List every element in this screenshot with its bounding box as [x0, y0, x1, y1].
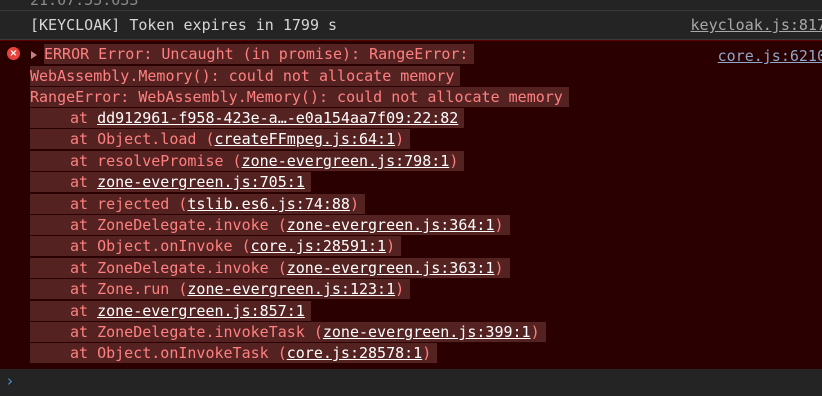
stack-frame-prefix: at ZoneDelegate.invokeTask (	[70, 323, 323, 341]
stack-frame-suffix: )	[395, 280, 405, 298]
stack-frame-suffix: )	[449, 152, 459, 170]
error-log-entry: × core.js:6210 ERROR Error: Uncaught (in…	[0, 40, 822, 370]
info-log-row: [KEYCLOAK] Token expires in 1799 s keycl…	[0, 11, 822, 40]
error-icon: ×	[7, 47, 20, 60]
stack-frame-prefix: at	[70, 109, 98, 127]
stack-frame-source-link[interactable]: zone-evergreen.js:399:1	[323, 323, 531, 341]
stack-frame-prefix: at ZoneDelegate.invoke (	[70, 216, 287, 234]
error-header-line: WebAssembly.Memory(): could not allocate…	[30, 66, 461, 86]
previous-log-row: 21:07:55.033	[0, 0, 822, 11]
stack-frame-suffix: )	[386, 237, 396, 255]
stack-frame-line: at zone-evergreen.js:705:1	[30, 172, 311, 192]
stack-frame-line: at ZoneDelegate.invoke (zone-evergreen.j…	[30, 258, 510, 278]
stack-frame-prefix: at Zone.run (	[70, 280, 188, 298]
expand-triangle-icon[interactable]	[31, 51, 37, 59]
stack-frame-source-link[interactable]: zone-evergreen.js:798:1	[242, 152, 450, 170]
error-source-link[interactable]: core.js:6210	[718, 47, 822, 65]
console-prompt[interactable]: ›	[0, 369, 822, 396]
stack-frame-source-link[interactable]: core.js:28591:1	[251, 237, 386, 255]
previous-log-text: 21:07:55.033	[30, 0, 139, 9]
stack-frame-line: at ZoneDelegate.invoke (zone-evergreen.j…	[30, 215, 510, 235]
stack-frame-prefix: at	[70, 302, 98, 320]
stack-frame-source-link[interactable]: zone-evergreen.js:123:1	[187, 280, 395, 298]
stack-frame-source-link[interactable]: core.js:28578:1	[287, 344, 422, 362]
stack-frame-prefix: at Object.onInvoke (	[70, 237, 251, 255]
devtools-console: 21:07:55.033 [KEYCLOAK] Token expires in…	[0, 0, 822, 396]
stack-frame-source-link[interactable]: dd912961-f958-423e-a…-e0a154aa7f09:22:82	[97, 109, 458, 127]
stack-frame-source-link[interactable]: zone-evergreen.js:857:1	[97, 302, 305, 320]
error-header-line: ERROR Error: Uncaught (in promise): Rang…	[44, 44, 475, 64]
stack-frame-line: at zone-evergreen.js:857:1	[30, 301, 311, 321]
stack-frame-suffix: )	[349, 195, 359, 213]
stack-frame-suffix: )	[395, 130, 405, 148]
stack-frame-prefix: at	[70, 173, 98, 191]
stack-frame-line: at resolvePromise (zone-evergreen.js:798…	[30, 151, 465, 171]
info-log-message: [KEYCLOAK] Token expires in 1799 s	[30, 16, 338, 34]
console-input[interactable]	[24, 371, 808, 395]
stack-frame-line: at Object.onInvokeTask (core.js:28578:1)	[30, 343, 438, 363]
stack-frame-line: at Zone.run (zone-evergreen.js:123:1)	[30, 279, 411, 299]
stack-frame-prefix: at Object.onInvokeTask (	[70, 344, 287, 362]
stack-frame-prefix: at ZoneDelegate.invoke (	[70, 259, 287, 277]
stack-frame-source-link[interactable]: zone-evergreen.js:364:1	[287, 216, 495, 234]
stack-frame-suffix: )	[530, 323, 540, 341]
chevron-right-icon: ›	[7, 372, 13, 390]
stack-frame-suffix: )	[494, 259, 504, 277]
stack-frame-source-link[interactable]: zone-evergreen.js:363:1	[287, 259, 495, 277]
stack-frame-source-link[interactable]: createFFmpeg.js:64:1	[215, 130, 396, 148]
stack-frame-source-link[interactable]: tslib.es6.js:74:88	[187, 195, 350, 213]
stack-frame-source-link[interactable]: zone-evergreen.js:705:1	[97, 173, 305, 191]
stack-frame-suffix: )	[422, 344, 432, 362]
stack-frame-prefix: at resolvePromise (	[70, 152, 242, 170]
stack-frame-line: at rejected (tslib.es6.js:74:88)	[30, 194, 365, 214]
info-source-link[interactable]: keycloak.js:817	[691, 16, 822, 34]
stack-frame-line: at Object.onInvoke (core.js:28591:1)	[30, 236, 402, 256]
stack-frame-line: at ZoneDelegate.invokeTask (zone-evergre…	[30, 322, 546, 342]
stack-frame-prefix: at rejected (	[70, 195, 188, 213]
error-header-line: RangeError: WebAssembly.Memory(): could …	[30, 87, 569, 107]
stack-frame-line: at Object.load (createFFmpeg.js:64:1)	[30, 129, 411, 149]
stack-frame-suffix: )	[494, 216, 504, 234]
stack-frame-prefix: at Object.load (	[70, 130, 215, 148]
stack-frame-line: at dd912961-f958-423e-a…-e0a154aa7f09:22…	[30, 108, 465, 128]
